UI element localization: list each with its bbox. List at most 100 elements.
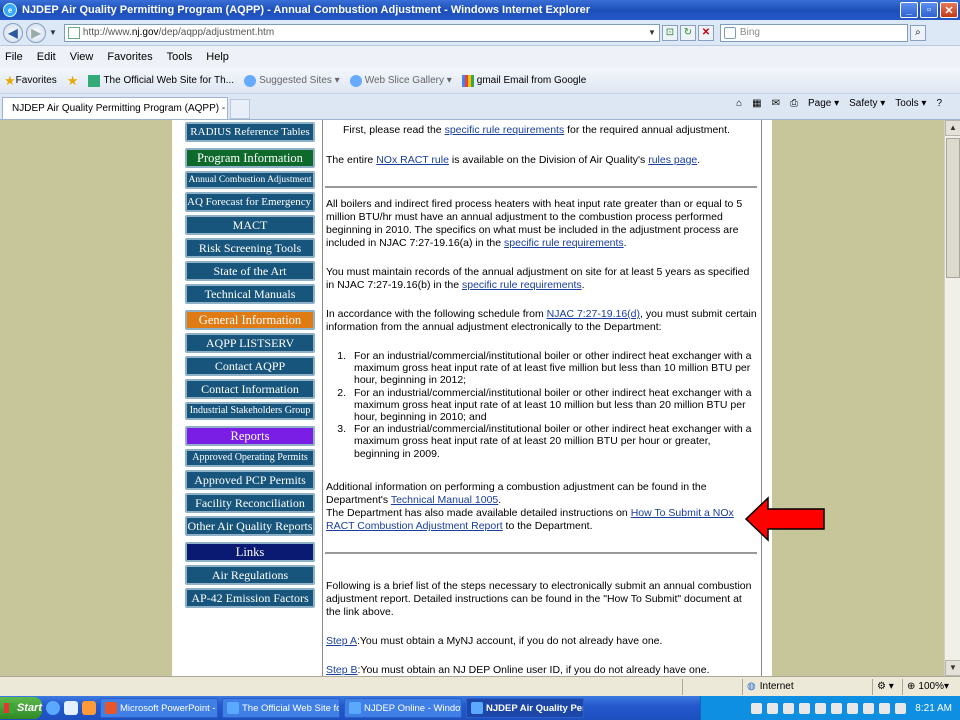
menu-tools[interactable]: Tools bbox=[167, 51, 193, 63]
menu-view[interactable]: View bbox=[70, 51, 94, 63]
sidebar-item-facility-reconciliation[interactable]: Facility Reconciliation bbox=[185, 493, 315, 513]
sidebar-item-industrial-stakeholders-group[interactable]: Industrial Stakeholders Group bbox=[185, 402, 315, 420]
menu-edit[interactable]: Edit bbox=[37, 51, 56, 63]
tools-menu[interactable]: Tools ▾ bbox=[895, 98, 926, 109]
start-label: Start bbox=[16, 702, 42, 714]
sidebar-item-approved-pcp-permits[interactable]: Approved PCP Permits bbox=[185, 470, 315, 490]
scrollbar-thumb[interactable] bbox=[946, 138, 960, 278]
google-icon bbox=[461, 74, 474, 87]
window-title-bar[interactable]: e NJDEP Air Quality Permitting Program (… bbox=[0, 0, 960, 20]
zoom-control[interactable]: ⊕ 100% ▾ bbox=[902, 678, 960, 695]
favorite-web-slice-gallery[interactable]: Web Slice Gallery ▾ bbox=[349, 74, 452, 87]
help-icon[interactable]: ? bbox=[936, 98, 942, 109]
sidebar-item-annual-combustion-adjustment[interactable]: Annual Combustion Adjustment bbox=[185, 171, 315, 189]
status-security bbox=[682, 678, 742, 695]
favorite-gmail[interactable]: gmail Email from Google bbox=[461, 74, 586, 87]
add-favorite-button[interactable]: ★ bbox=[67, 73, 79, 89]
security-icon[interactable] bbox=[815, 702, 827, 714]
back-button[interactable]: ◀ bbox=[3, 22, 23, 43]
protected-mode-icon[interactable]: ⚙ ▾ bbox=[872, 678, 902, 695]
forward-button[interactable]: ▶ bbox=[26, 22, 46, 43]
sidebar-item-air-regulations[interactable]: Air Regulations bbox=[185, 565, 315, 585]
nav-section-general-information[interactable]: General Information bbox=[185, 310, 315, 330]
feeds-icon[interactable]: ▦ bbox=[752, 98, 761, 109]
home-icon[interactable]: ⌂ bbox=[736, 98, 742, 109]
divider bbox=[325, 186, 757, 188]
globe-icon: ◍ bbox=[747, 681, 756, 692]
favorites-button[interactable]: ★ Favorites bbox=[4, 73, 57, 89]
address-dropdown-icon[interactable]: ▼ bbox=[648, 28, 656, 37]
maximize-button[interactable]: ▫ bbox=[920, 2, 938, 18]
ie-small-icon bbox=[244, 74, 257, 87]
compatibility-icon[interactable]: ⊡ bbox=[661, 24, 678, 41]
app-tray-icon[interactable] bbox=[879, 702, 891, 714]
network-icon[interactable] bbox=[751, 702, 763, 714]
scroll-down-icon[interactable]: ▼ bbox=[945, 660, 960, 676]
refresh-button[interactable]: ↻ bbox=[679, 24, 696, 41]
taskbar-item[interactable]: The Official Web Site for ... bbox=[222, 698, 340, 718]
app-tray-icon[interactable] bbox=[863, 702, 875, 714]
ie-icon bbox=[349, 702, 361, 714]
nav-section-reports[interactable]: Reports bbox=[185, 426, 315, 446]
menu-help[interactable]: Help bbox=[206, 51, 229, 63]
search-input[interactable]: Bing bbox=[719, 23, 908, 42]
nav-section-program-information[interactable]: Program Information bbox=[185, 148, 315, 168]
taskbar-item[interactable]: Microsoft PowerPoint - [... bbox=[100, 698, 218, 718]
app-tray-icon[interactable] bbox=[895, 702, 907, 714]
vertical-scrollbar[interactable]: ▲ ▼ bbox=[944, 120, 960, 676]
print-icon[interactable]: ⎙ bbox=[790, 98, 798, 109]
volume-icon[interactable] bbox=[767, 702, 779, 714]
sidebar-item-contact-aqpp[interactable]: Contact AQPP bbox=[185, 356, 315, 376]
specific-rule-link[interactable]: specific rule requirements bbox=[462, 279, 582, 291]
sidebar-item-approved-operating-permits[interactable]: Approved Operating Permits bbox=[185, 449, 315, 467]
antivirus-icon[interactable] bbox=[783, 702, 795, 714]
history-dropdown-icon[interactable]: ▼ bbox=[49, 28, 57, 37]
sidebar-item-other-air-quality-reports[interactable]: Other Air Quality Reports bbox=[185, 516, 315, 536]
sidebar-item-aqpp-listserv[interactable]: AQPP LISTSERV bbox=[185, 333, 315, 353]
mail-icon[interactable]: ✉ bbox=[772, 98, 780, 109]
specific-rule-link[interactable]: specific rule requirements bbox=[445, 124, 565, 136]
taskbar-item[interactable]: NJDEP Online - Windows ... bbox=[344, 698, 462, 718]
search-button[interactable]: ⌕ bbox=[909, 24, 926, 41]
technical-manual-link[interactable]: Technical Manual 1005 bbox=[391, 494, 498, 506]
sidebar-item-aq-forecast-for-emergency-gen[interactable]: AQ Forecast for Emergency Gen. bbox=[185, 192, 315, 212]
address-row: ◀ ▶ ▼ http://www.nj.gov/dep/aqpp/adjustm… bbox=[0, 20, 960, 46]
close-button[interactable]: ✕ bbox=[940, 2, 958, 18]
tab-active[interactable]: NJDEP Air Quality Permitting Program (AQ… bbox=[2, 97, 228, 119]
app-tray-icon[interactable] bbox=[847, 702, 859, 714]
menu-favorites[interactable]: Favorites bbox=[107, 51, 152, 63]
step-b-link[interactable]: Step B bbox=[326, 664, 358, 676]
specific-rule-link[interactable]: specific rule requirements bbox=[504, 237, 624, 249]
menu-file[interactable]: File bbox=[5, 51, 23, 63]
sidebar-item-radius-reference-tables[interactable]: RADIUS Reference Tables bbox=[185, 122, 315, 142]
scroll-up-icon[interactable]: ▲ bbox=[945, 120, 960, 136]
sidebar-item-risk-screening-tools[interactable]: Risk Screening Tools bbox=[185, 238, 315, 258]
outlook-quicklaunch-icon[interactable] bbox=[82, 701, 96, 715]
sidebar-item-contact-information[interactable]: Contact Information bbox=[185, 379, 315, 399]
njac-link[interactable]: NJAC 7:27-19.16(d) bbox=[547, 308, 640, 320]
nav-section-links[interactable]: Links bbox=[185, 542, 315, 562]
sidebar-item-mact[interactable]: MACT bbox=[185, 215, 315, 235]
ie-quicklaunch-icon[interactable] bbox=[46, 701, 60, 715]
sidebar-item-state-of-the-art[interactable]: State of the Art bbox=[185, 261, 315, 281]
desktop-quicklaunch-icon[interactable] bbox=[64, 701, 78, 715]
page-menu[interactable]: Page ▾ bbox=[808, 98, 839, 109]
safety-menu[interactable]: Safety ▾ bbox=[849, 98, 885, 109]
favorite-link-official-site[interactable]: The Official Web Site for Th... bbox=[88, 74, 234, 87]
stop-button[interactable]: ✕ bbox=[697, 24, 714, 41]
printer-icon[interactable] bbox=[831, 702, 843, 714]
minimize-button[interactable]: _ bbox=[900, 2, 918, 18]
favorite-suggested-sites[interactable]: Suggested Sites ▾ bbox=[244, 74, 340, 87]
sidebar-item-technical-manuals[interactable]: Technical Manuals bbox=[185, 284, 315, 304]
rules-page-link[interactable]: rules page bbox=[648, 154, 697, 166]
new-tab-button[interactable] bbox=[230, 99, 250, 119]
clock[interactable]: 8:21 AM bbox=[915, 703, 952, 714]
status-zone[interactable]: ◍ Internet bbox=[742, 678, 872, 695]
update-icon[interactable] bbox=[799, 702, 811, 714]
address-bar[interactable]: http://www.nj.gov/dep/aqpp/adjustment.ht… bbox=[63, 23, 660, 42]
nox-ract-rule-link[interactable]: NOx RACT rule bbox=[376, 154, 449, 166]
taskbar-item-active[interactable]: NJDEP Air Quality Per... bbox=[466, 698, 584, 718]
sidebar-item-ap-42-emission-factors[interactable]: AP-42 Emission Factors bbox=[185, 588, 315, 608]
start-button[interactable]: Start bbox=[0, 697, 42, 719]
step-a-link[interactable]: Step A bbox=[326, 635, 357, 647]
